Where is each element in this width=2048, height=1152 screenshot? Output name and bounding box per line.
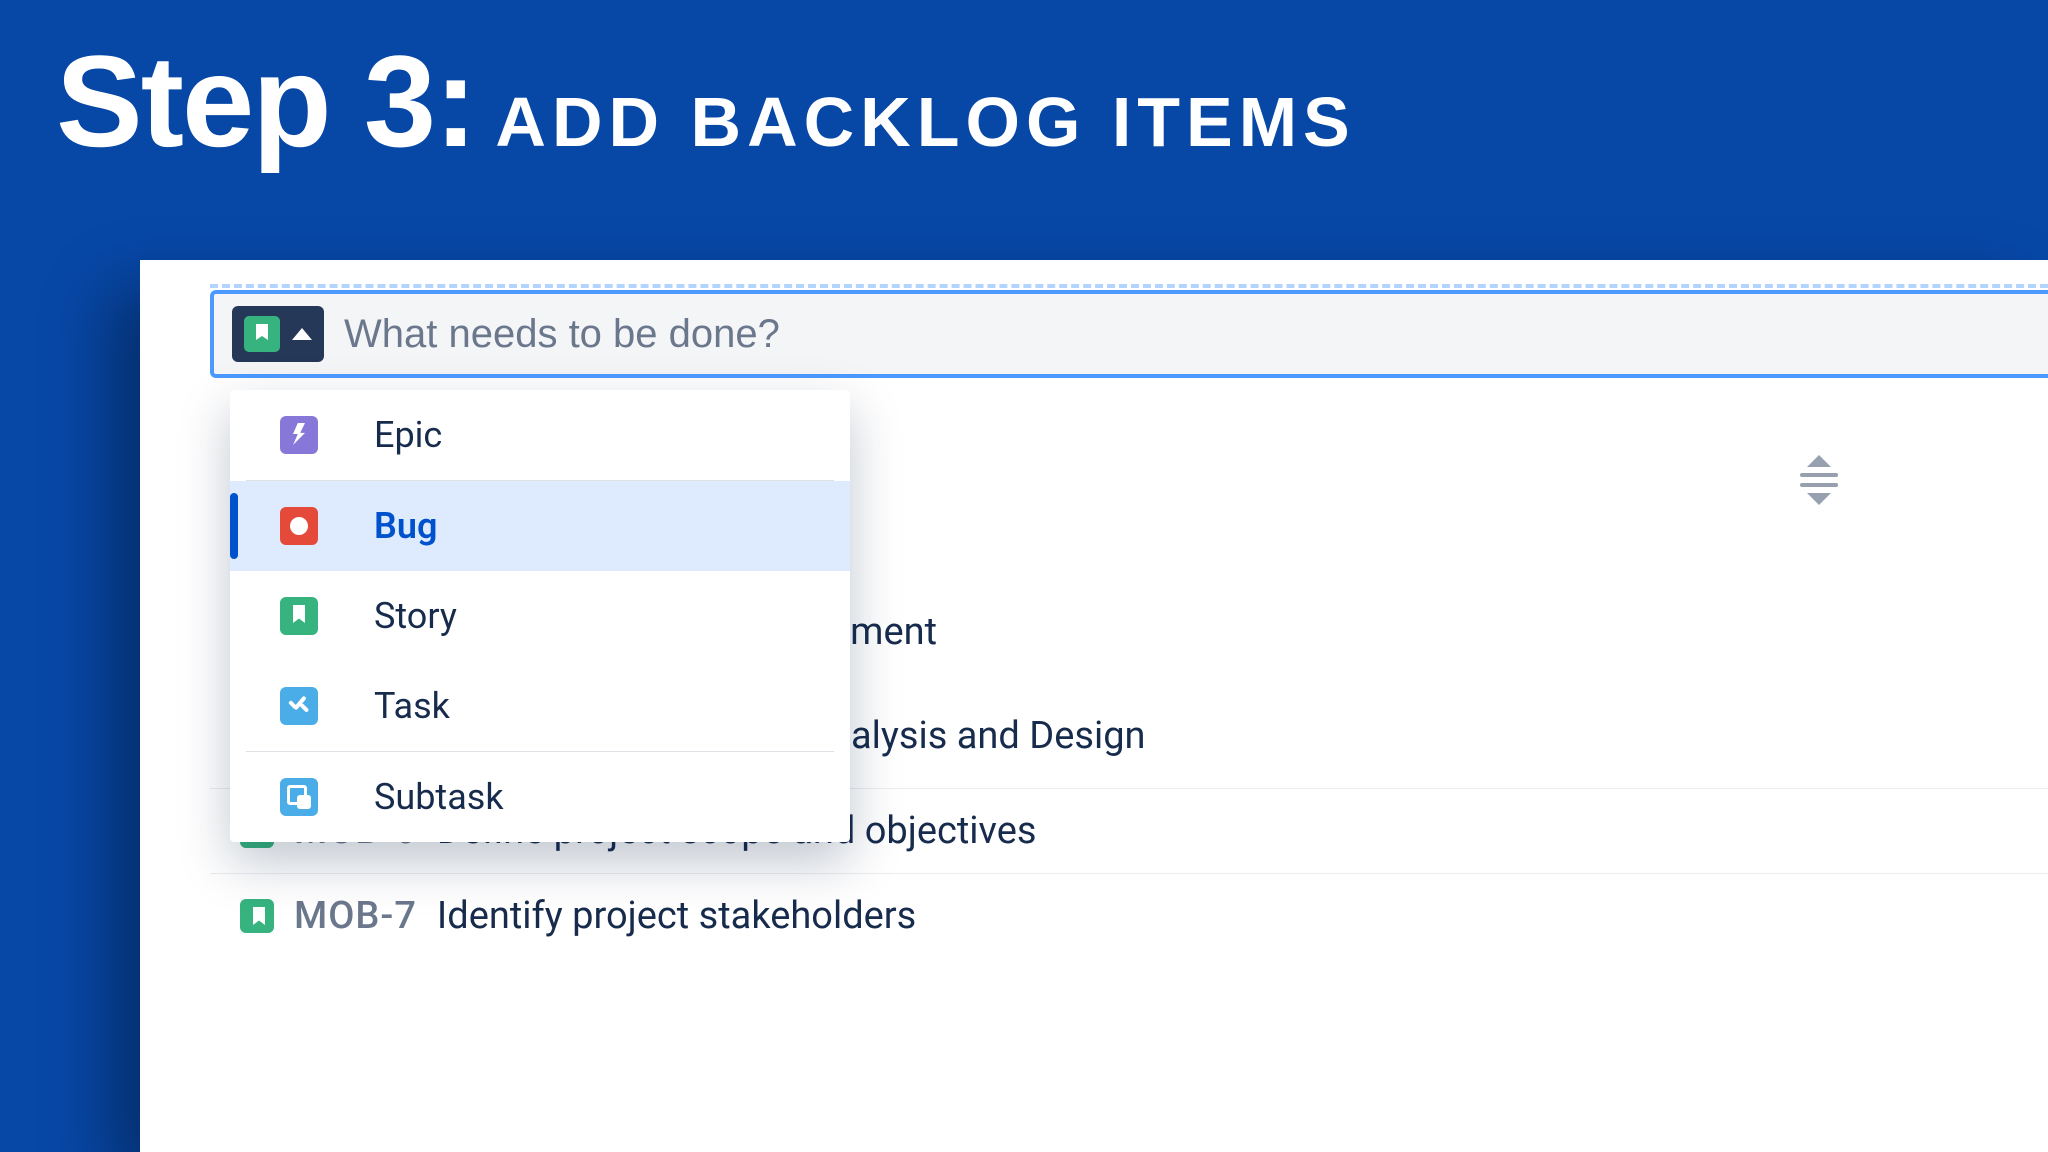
dropdown-item-story[interactable]: Story: [230, 571, 850, 661]
dropdown-item-task[interactable]: Task: [230, 661, 850, 751]
issue-type-selector[interactable]: [232, 306, 324, 362]
story-icon: [240, 899, 274, 933]
subtask-icon: [280, 778, 318, 816]
chevron-down-icon: [1807, 493, 1831, 505]
story-icon: [244, 316, 280, 352]
task-icon: [280, 687, 318, 725]
app-panel: Epic Bug Story Task Subtask ement nalysi…: [140, 260, 2048, 1152]
issue-summary-input[interactable]: [344, 312, 2030, 357]
dropdown-item-epic[interactable]: Epic: [230, 390, 850, 480]
story-icon: [280, 597, 318, 635]
handle-line: [1800, 473, 1838, 477]
bug-icon: [280, 507, 318, 545]
create-issue-row[interactable]: [210, 290, 2048, 378]
slide-title: Step 3: ADD BACKLOG ITEMS: [56, 36, 1356, 166]
epic-icon: [280, 416, 318, 454]
dropdown-item-subtask[interactable]: Subtask: [230, 752, 850, 842]
backlog-row[interactable]: MOB-7 Identify project stakeholders: [210, 873, 2048, 958]
step-subtitle: ADD BACKLOG ITEMS: [495, 87, 1355, 157]
issue-key: MOB-7: [294, 894, 417, 938]
dropdown-label: Epic: [374, 414, 442, 456]
dropdown-label: Story: [374, 595, 457, 637]
issue-type-dropdown: Epic Bug Story Task Subtask: [230, 390, 850, 842]
dropdown-label: Subtask: [374, 776, 504, 818]
chevron-up-icon: [1807, 455, 1831, 467]
chevron-up-icon: [292, 328, 312, 340]
handle-line: [1800, 483, 1838, 487]
step-number: Step 3:: [56, 36, 475, 166]
resize-handle[interactable]: [1800, 455, 1838, 505]
dropdown-item-bug[interactable]: Bug: [230, 481, 850, 571]
dropdown-label: Bug: [374, 505, 437, 547]
dropdown-label: Task: [374, 685, 450, 727]
issue-title: Identify project stakeholders: [437, 894, 916, 938]
